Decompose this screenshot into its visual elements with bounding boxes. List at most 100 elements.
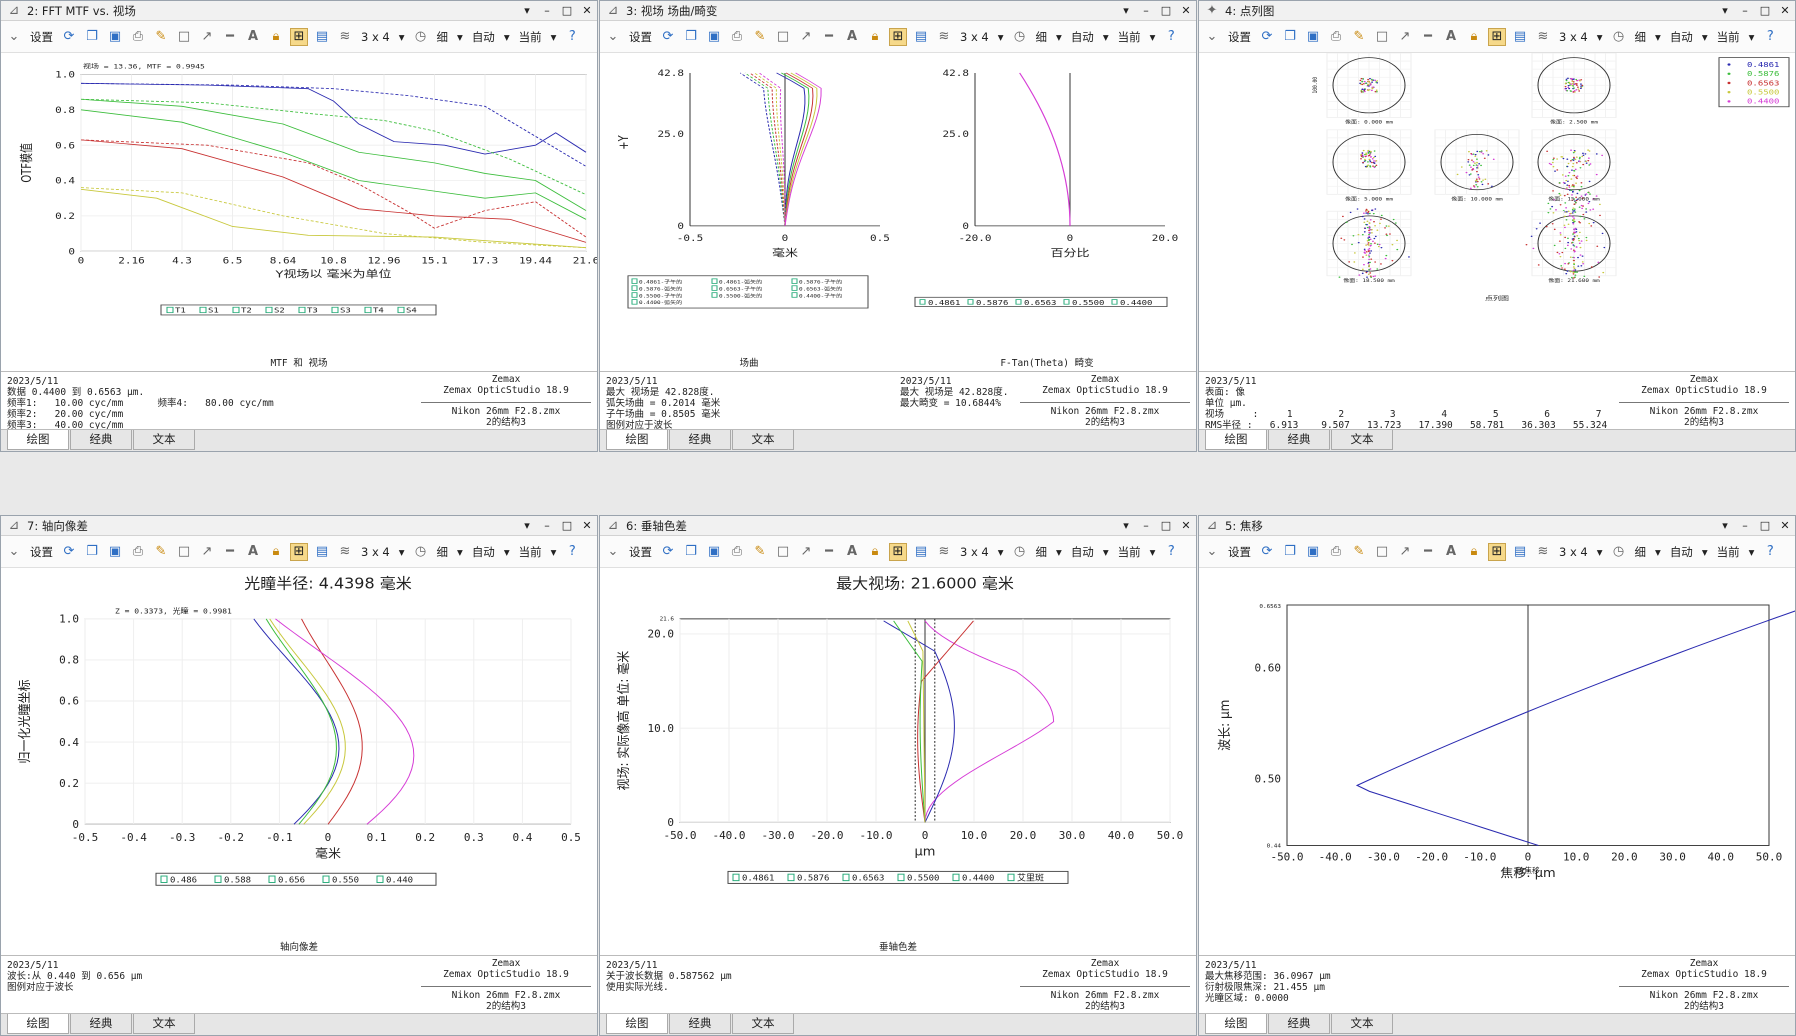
focal-titlebar[interactable]: ⊿ 5: 焦移 ▾ – □ ✕ xyxy=(1199,516,1795,536)
help-icon[interactable]: ? xyxy=(563,28,581,46)
lock-icon[interactable]: 🔒︎ xyxy=(1465,543,1483,561)
settings-chevron-icon[interactable]: ⌄ xyxy=(604,28,622,46)
auto-dropdown[interactable]: 自动 xyxy=(1069,29,1096,45)
pencil-icon[interactable]: ✎ xyxy=(152,28,170,46)
layers-icon[interactable]: ≋ xyxy=(336,28,354,46)
settings-chevron-icon[interactable]: ⌄ xyxy=(1203,543,1221,561)
dropdown-icon[interactable]: ▾ xyxy=(1715,4,1735,17)
tab-text[interactable]: 文本 xyxy=(732,430,794,450)
tab-classic[interactable]: 经典 xyxy=(70,430,132,450)
current-dropdown[interactable]: 当前 xyxy=(1116,29,1143,45)
line-icon[interactable]: ━ xyxy=(1419,543,1437,561)
layout-3x4-dropdown[interactable]: 3 x 4 xyxy=(1557,545,1590,559)
pencil-icon[interactable]: ✎ xyxy=(152,543,170,561)
arrow-icon[interactable]: ↗ xyxy=(1396,543,1414,561)
tab-classic[interactable]: 经典 xyxy=(1268,1014,1330,1034)
minimize-icon[interactable]: – xyxy=(1735,519,1755,532)
mtf-titlebar[interactable]: ⊿ 2: FFT MTF vs. 视场 ▾ – □ ✕ xyxy=(1,1,597,21)
print-icon[interactable]: ⎙ xyxy=(1327,28,1345,46)
clock-icon[interactable]: ◷ xyxy=(1011,28,1029,46)
auto-dropdown[interactable]: 自动 xyxy=(1069,544,1096,560)
layout-3x4-dropdown[interactable]: 3 x 4 xyxy=(958,30,991,44)
pencil-icon[interactable]: ✎ xyxy=(1350,543,1368,561)
minimize-icon[interactable]: – xyxy=(1735,4,1755,17)
close-icon[interactable]: ✕ xyxy=(1176,519,1196,532)
settings-chevron-icon[interactable]: ⌄ xyxy=(5,543,23,561)
tab-classic[interactable]: 经典 xyxy=(669,430,731,450)
line-width-dropdown[interactable]: 细 xyxy=(435,29,451,45)
help-icon[interactable]: ? xyxy=(1162,28,1180,46)
print-icon[interactable]: ⎙ xyxy=(728,543,746,561)
maximize-icon[interactable]: □ xyxy=(1156,519,1176,532)
line-width-dropdown[interactable]: 细 xyxy=(1633,29,1649,45)
save-icon[interactable]: ▣ xyxy=(705,28,723,46)
help-icon[interactable]: ? xyxy=(1162,543,1180,561)
arrow-icon[interactable]: ↗ xyxy=(797,28,815,46)
close-icon[interactable]: ✕ xyxy=(577,4,597,17)
refresh-icon[interactable]: ⟳ xyxy=(1258,28,1276,46)
settings-button[interactable]: 设置 xyxy=(627,544,654,560)
tab-text[interactable]: 文本 xyxy=(133,430,195,450)
grid-layout-icon[interactable]: ⊞ xyxy=(290,27,308,46)
help-icon[interactable]: ? xyxy=(1761,543,1779,561)
minimize-icon[interactable]: – xyxy=(537,519,557,532)
auto-dropdown[interactable]: 自动 xyxy=(1668,29,1695,45)
layers-icon[interactable]: ≋ xyxy=(1534,543,1552,561)
settings-button[interactable]: 设置 xyxy=(1226,544,1253,560)
settings-chevron-icon[interactable]: ⌄ xyxy=(5,28,23,46)
clock-icon[interactable]: ◷ xyxy=(412,28,430,46)
save-icon[interactable]: ▣ xyxy=(1304,28,1322,46)
grid-layout-icon[interactable]: ⊞ xyxy=(889,542,907,561)
text-icon[interactable]: A xyxy=(843,543,861,561)
tab-classic[interactable]: 经典 xyxy=(70,1014,132,1034)
dropdown-icon[interactable]: ▾ xyxy=(517,4,537,17)
layers-icon[interactable]: ≋ xyxy=(935,543,953,561)
dropdown-icon[interactable]: ▾ xyxy=(1715,519,1735,532)
rectangle-icon[interactable]: □ xyxy=(774,28,792,46)
minimize-icon[interactable]: – xyxy=(1136,519,1156,532)
rectangle-icon[interactable]: □ xyxy=(175,28,193,46)
layout-3x4-dropdown[interactable]: 3 x 4 xyxy=(359,545,392,559)
line-icon[interactable]: ━ xyxy=(221,28,239,46)
line-icon[interactable]: ━ xyxy=(1419,28,1437,46)
text-icon[interactable]: A xyxy=(1442,28,1460,46)
layout-3x4-dropdown[interactable]: 3 x 4 xyxy=(359,30,392,44)
save-icon[interactable]: ▣ xyxy=(106,28,124,46)
refresh-icon[interactable]: ⟳ xyxy=(1258,543,1276,561)
clock-icon[interactable]: ◷ xyxy=(1011,543,1029,561)
minimize-icon[interactable]: – xyxy=(537,4,557,17)
arrow-icon[interactable]: ↗ xyxy=(797,543,815,561)
save-icon[interactable]: ▣ xyxy=(1304,543,1322,561)
current-dropdown[interactable]: 当前 xyxy=(517,29,544,45)
grid-layout-icon[interactable]: ⊞ xyxy=(290,542,308,561)
arrow-icon[interactable]: ↗ xyxy=(198,543,216,561)
save-icon[interactable]: ▣ xyxy=(106,543,124,561)
rectangle-icon[interactable]: □ xyxy=(1373,543,1391,561)
line-width-dropdown[interactable]: 细 xyxy=(1034,544,1050,560)
current-dropdown[interactable]: 当前 xyxy=(1116,544,1143,560)
lock-icon[interactable]: 🔒︎ xyxy=(866,543,884,561)
layers-icon[interactable]: ≋ xyxy=(336,543,354,561)
text-icon[interactable]: A xyxy=(843,28,861,46)
layers-icon[interactable]: ≋ xyxy=(935,28,953,46)
refresh-icon[interactable]: ⟳ xyxy=(659,28,677,46)
current-dropdown[interactable]: 当前 xyxy=(1715,544,1742,560)
pencil-icon[interactable]: ✎ xyxy=(751,543,769,561)
auto-dropdown[interactable]: 自动 xyxy=(470,544,497,560)
lateral-titlebar[interactable]: ⊿ 6: 垂轴色差 ▾ – □ ✕ xyxy=(600,516,1196,536)
close-icon[interactable]: ✕ xyxy=(1775,4,1795,17)
print-icon[interactable]: ⎙ xyxy=(129,28,147,46)
lock-icon[interactable]: 🔒︎ xyxy=(267,28,285,46)
tab-plot[interactable]: 绘图 xyxy=(1205,430,1267,450)
settings-chevron-icon[interactable]: ⌄ xyxy=(1203,28,1221,46)
close-icon[interactable]: ✕ xyxy=(1176,4,1196,17)
settings-button[interactable]: 设置 xyxy=(28,29,55,45)
tab-text[interactable]: 文本 xyxy=(133,1014,195,1034)
pencil-icon[interactable]: ✎ xyxy=(1350,28,1368,46)
dropdown-icon[interactable]: ▾ xyxy=(1116,4,1136,17)
clock-icon[interactable]: ◷ xyxy=(1610,28,1628,46)
tab-plot[interactable]: 绘图 xyxy=(606,1014,668,1034)
layers-icon[interactable]: ≋ xyxy=(1534,28,1552,46)
save-icon[interactable]: ▣ xyxy=(705,543,723,561)
window-icon[interactable]: ▤ xyxy=(313,28,331,46)
